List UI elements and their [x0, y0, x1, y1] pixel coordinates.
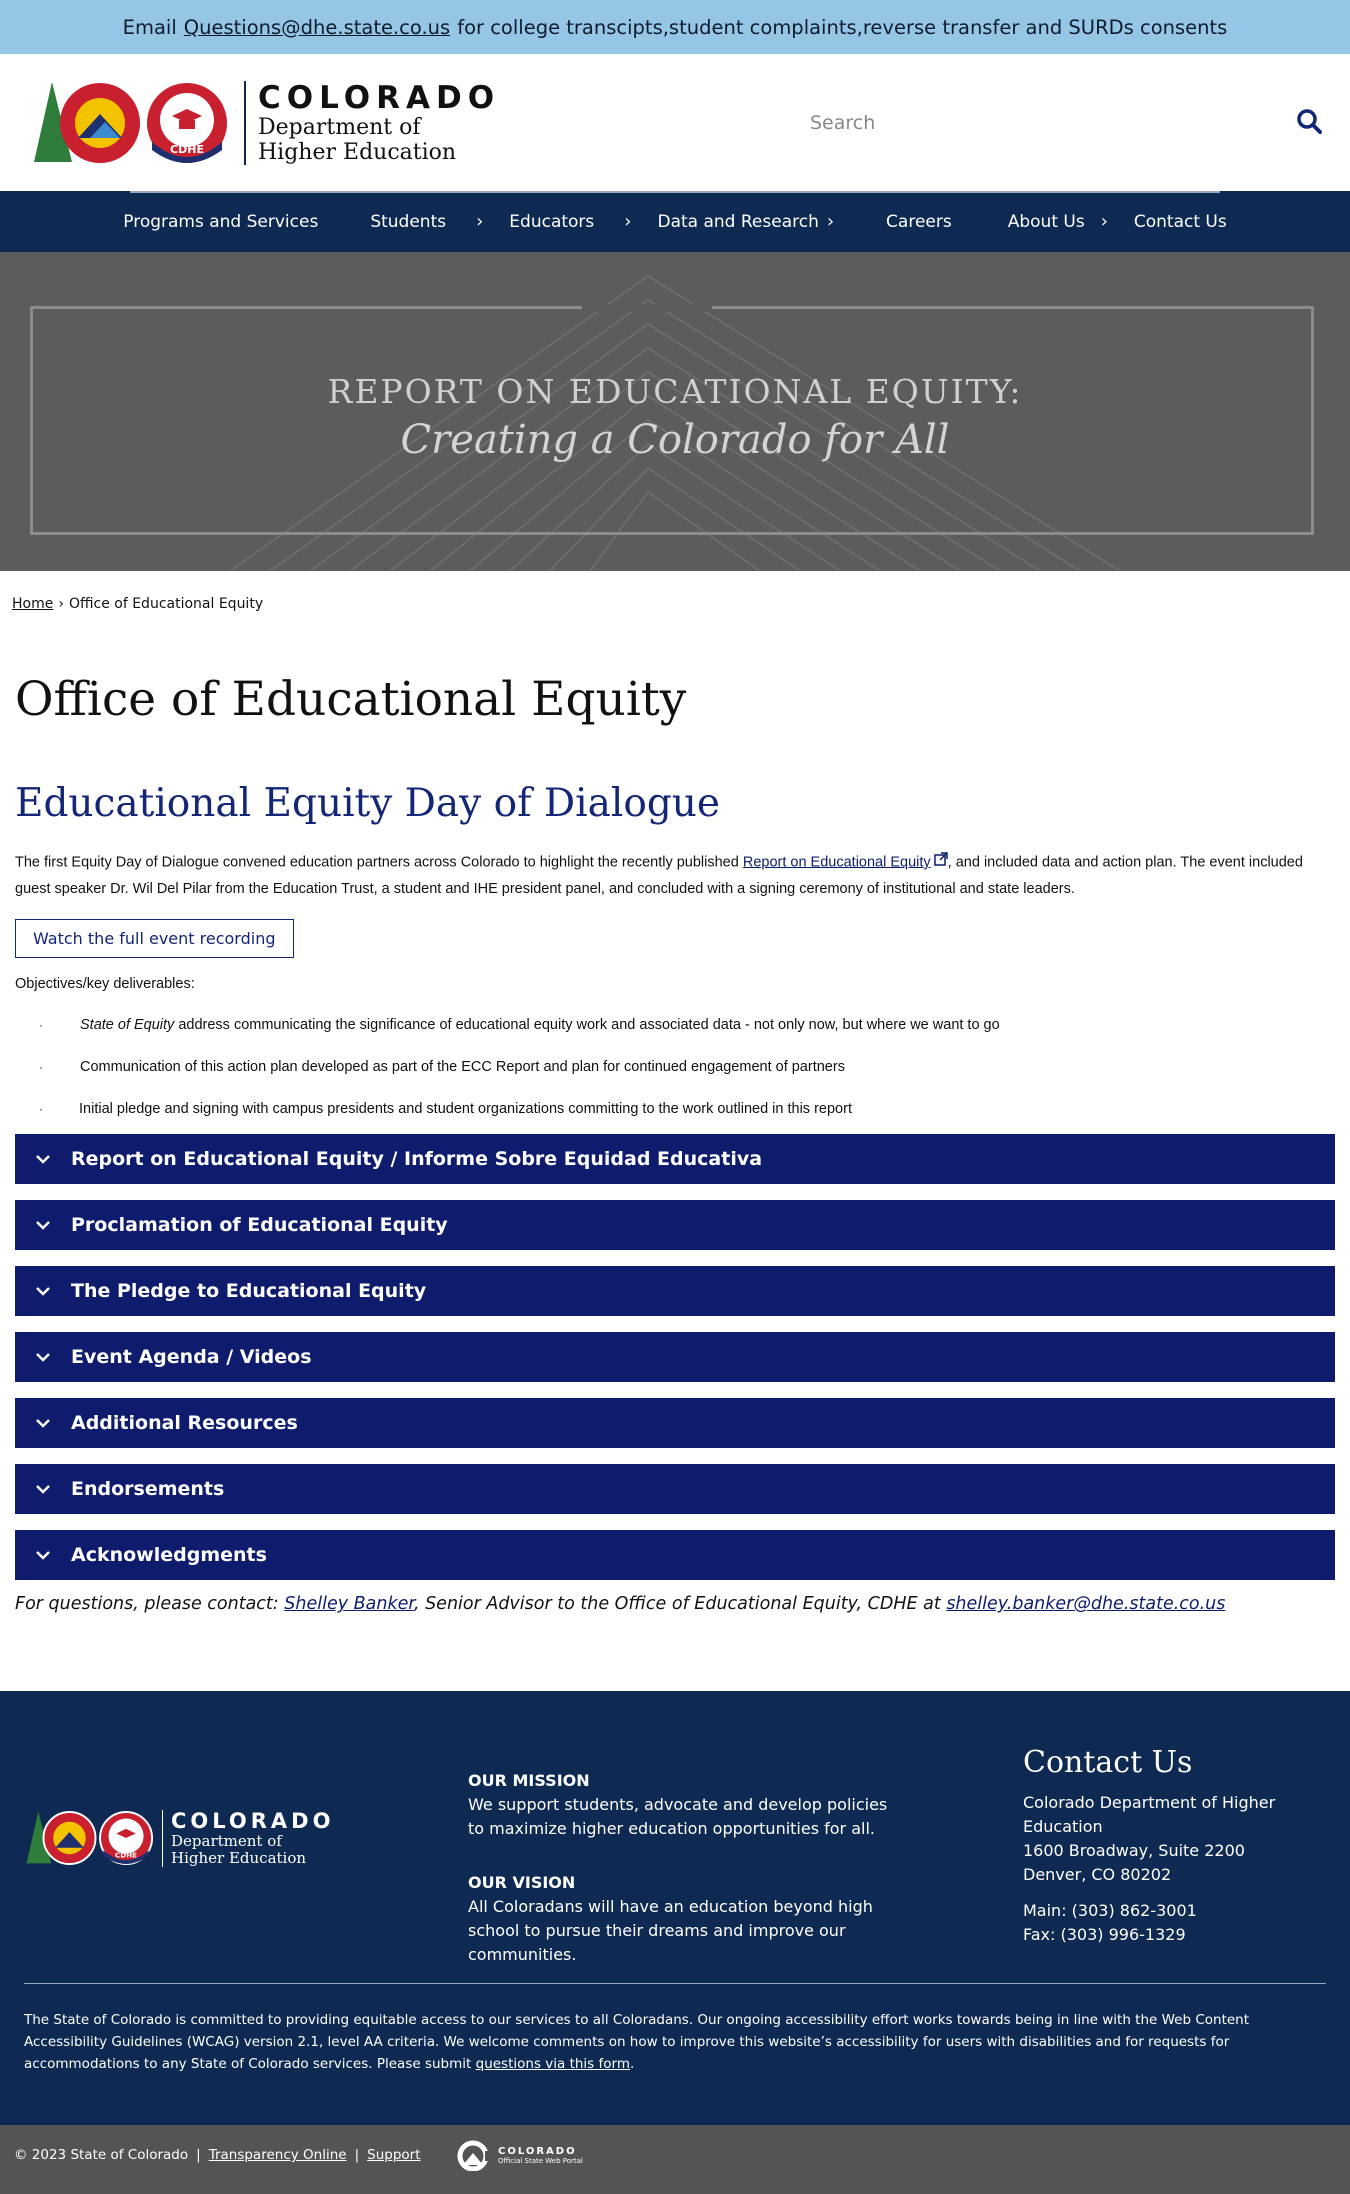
logo-state-name: COLORADO [258, 79, 501, 116]
site-footer: CDHE COLORADO Department of Higher Educa… [0, 1691, 1350, 2125]
portal-name: COLORADO [498, 2145, 577, 2157]
objectives-label: Objectives/key deliverables: [15, 976, 195, 993]
nav-item-careers[interactable]: Careers [860, 212, 978, 232]
transparency-link[interactable]: Transparency Online [209, 2147, 347, 2163]
fax-number: Fax: (303) 996-1329 [1023, 1925, 1186, 1944]
main-phone: Main: (303) 862-3001 [1023, 1901, 1197, 1920]
vision-heading: OUR VISION [468, 1873, 576, 1892]
chevron-down-icon [35, 1484, 51, 1495]
watch-recording-button[interactable]: Watch the full event recording [15, 919, 294, 959]
nav-item-educators[interactable]: Educators › [509, 211, 657, 232]
chevron-down-icon [35, 1220, 51, 1231]
vision-text: All Coloradans will have an education be… [468, 1897, 873, 1964]
state-portal-logo[interactable]: COLORADO Official State Web Portal [455, 2139, 583, 2171]
contact-email-link[interactable]: shelley.banker@dhe.state.co.us [946, 1594, 1225, 1614]
contact-line: For questions, please contact: Shelley B… [15, 1594, 1226, 1615]
address-line1: Colorado Department of Higher Education [1023, 1793, 1276, 1836]
mission-text: We support students, advocate and develo… [468, 1795, 888, 1838]
objectives-list: · State of Equity address communicating t… [15, 1004, 1335, 1130]
alert-email-link[interactable]: Questions@dhe.state.co.us [184, 16, 450, 39]
chevron-right-icon[interactable]: › [476, 211, 483, 232]
alert-prefix: Email [122, 15, 177, 39]
accordion-item-proclamation[interactable]: Proclamation of Educational Equity [15, 1200, 1335, 1251]
list-item: · Initial pledge and signing with campus … [39, 1101, 852, 1118]
list-item: · State of Equity address communicating t… [39, 1017, 1000, 1034]
copyright: © 2023 State of Colorado [14, 2147, 189, 2163]
list-item: · Communication of this action plan devel… [39, 1059, 845, 1076]
chevron-right-icon[interactable]: › [827, 211, 834, 232]
hero-title: REPORT ON EDUCATIONAL EQUITY: [327, 372, 1023, 411]
accordion-item-acknowledgments[interactable]: Acknowledgments [15, 1530, 1335, 1581]
chevron-right-icon[interactable]: › [1101, 211, 1108, 232]
accordion: Report on Educational Equity / Informe S… [15, 1134, 1335, 1581]
intro-paragraph: The first Equity Day of Dialogue convene… [15, 849, 1335, 903]
footer-divider [24, 1983, 1326, 1984]
hero-banner: REPORT ON EDUCATIONAL EQUITY: Creating a… [0, 252, 1350, 571]
nav-item-about[interactable]: About Us › [978, 211, 1134, 232]
hero-subtitle: Creating a Colorado for All [400, 417, 950, 463]
site-header: CDHE COLORADO Department of Higher Educa… [0, 54, 1350, 191]
colorado-cdhe-logo-icon: CDHE [34, 81, 227, 163]
address-line3: Denver, CO 80202 [1023, 1865, 1172, 1884]
breadcrumb-home-link[interactable]: Home [12, 596, 53, 612]
section-title: Educational Equity Day of Dialogue [15, 781, 721, 826]
footer-logo-text: COLORADO Department of Higher Education [162, 1809, 334, 1867]
chevron-down-icon [35, 1550, 51, 1561]
nav-item-programs[interactable]: Programs and Services [97, 212, 344, 232]
alert-suffix: for college transcipts,student complaint… [457, 15, 1228, 39]
accordion-item-agenda[interactable]: Event Agenda / Videos [15, 1332, 1335, 1383]
chevron-down-icon [35, 1418, 51, 1429]
sub-footer: © 2023 State of Colorado | Transparency On… [0, 2125, 1350, 2194]
chevron-right-icon[interactable]: › [624, 211, 631, 232]
svg-text:CDHE: CDHE [115, 1851, 137, 1860]
accordion-item-endorsements[interactable]: Endorsements [15, 1464, 1335, 1515]
external-link-icon[interactable] [933, 849, 948, 876]
site-logo[interactable]: CDHE COLORADO Department of Higher Educa… [30, 80, 500, 166]
support-link[interactable]: Support [367, 2147, 420, 2163]
search-input[interactable]: Search [810, 112, 875, 134]
logo-text: COLORADO Department of Higher Education [244, 79, 501, 165]
nav-item-contact[interactable]: Contact Us [1134, 212, 1253, 232]
nav-item-students[interactable]: Students › [344, 211, 509, 232]
contact-name-link[interactable]: Shelley Banker [284, 1594, 414, 1614]
top-alert-bar: Email Questions@dhe.state.co.us for coll… [0, 0, 1350, 54]
sub-footer-links: © 2023 State of Colorado | Transparency On… [14, 2147, 421, 2163]
footer-logo[interactable]: CDHE COLORADO Department of Higher Educa… [24, 1809, 334, 1867]
accordion-item-report[interactable]: Report on Educational Equity / Informe S… [15, 1134, 1335, 1185]
contact-heading: Contact Us [1023, 1745, 1193, 1780]
accessibility-form-link[interactable]: questions via this form [476, 2056, 630, 2072]
mission-heading: OUR MISSION [468, 1771, 590, 1790]
accordion-item-pledge[interactable]: The Pledge to Educational Equity [15, 1266, 1335, 1317]
chevron-down-icon [35, 1352, 51, 1363]
portal-subtitle: Official State Web Portal [498, 2156, 583, 2165]
breadcrumb: Home › Office of Educational Equity [0, 571, 1350, 638]
colorado-cdhe-logo-icon: CDHE [26, 1811, 154, 1865]
footer-mission-vision: OUR MISSION We support students, advocat… [468, 1769, 898, 1967]
report-link[interactable]: Report on Educational Equity [743, 854, 931, 870]
search-icon[interactable] [1296, 108, 1322, 138]
nav-item-data-research[interactable]: Data and Research › [657, 211, 860, 232]
main-content: Office of Educational Equity Educational… [0, 672, 1350, 1614]
colorado-c-icon [457, 2140, 493, 2171]
accordion-item-resources[interactable]: Additional Resources [15, 1398, 1335, 1449]
logo-dept-line1: Department of [258, 114, 421, 140]
logo-badge-text: CDHE [170, 143, 204, 156]
main-nav: Programs and Services Students › Educator… [0, 191, 1350, 252]
address-line2: 1600 Broadway, Suite 2200 [1023, 1841, 1245, 1860]
footer-contact: Contact Us Colorado Department of Higher… [1023, 1745, 1350, 1947]
accessibility-statement: The State of Colorado is committed to pr… [24, 2012, 1250, 2072]
breadcrumb-separator: › [58, 596, 64, 612]
page-title: Office of Educational Equity [15, 672, 687, 727]
chevron-down-icon [35, 1154, 51, 1165]
chevron-down-icon [35, 1286, 51, 1297]
breadcrumb-current: Office of Educational Equity [68, 596, 264, 612]
logo-dept-line2: Higher Education [258, 139, 457, 165]
